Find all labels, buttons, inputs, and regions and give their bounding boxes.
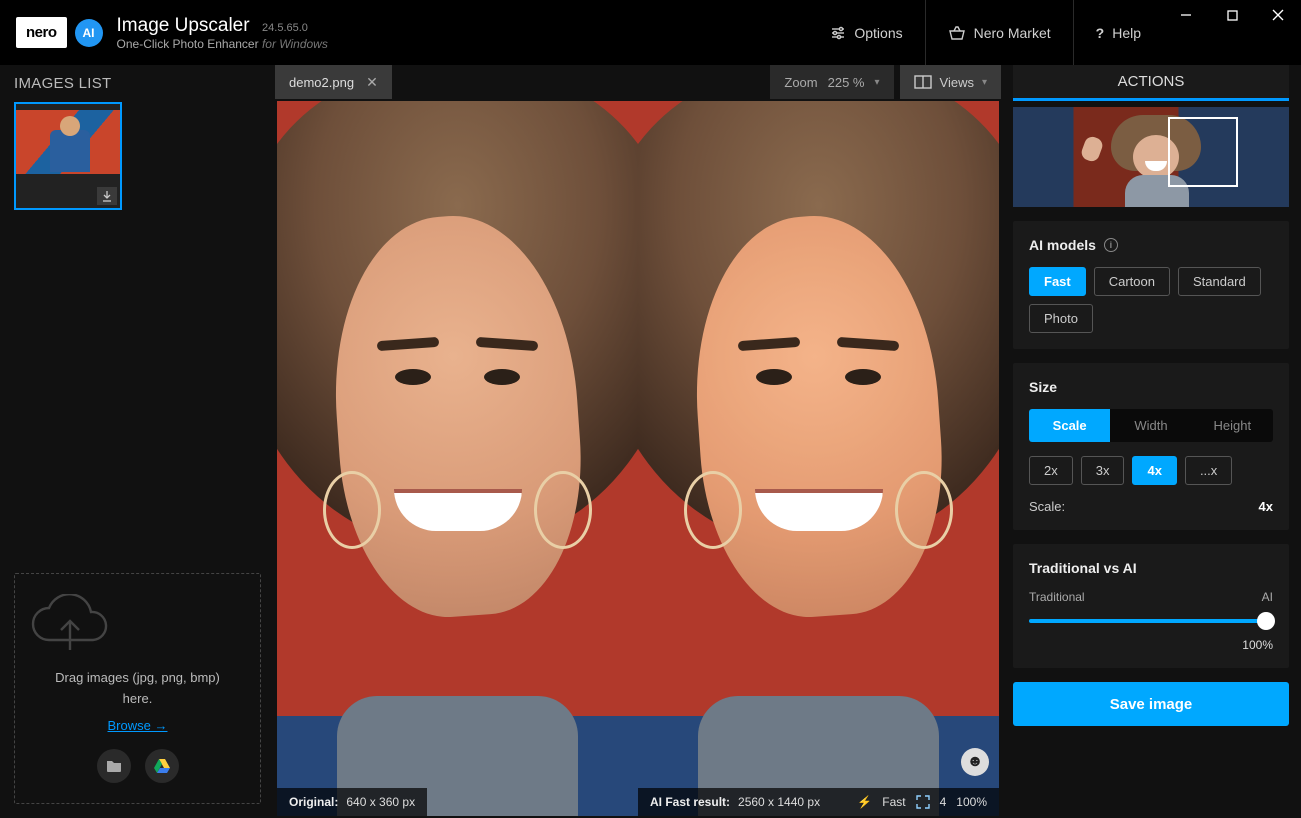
result-info: AI Fast result: 2560 x 1440 px ⚡ Fast 4 … [638,788,999,816]
close-button[interactable] [1255,0,1301,30]
scale-4x-button[interactable]: 4x [1132,456,1176,485]
folder-icon [106,759,122,773]
original-pane: Original: 640 x 360 px [277,101,638,816]
cloud-upload-icon [25,594,115,658]
dropzone[interactable]: Drag images (jpg, png, bmp)here. Browse … [14,573,261,804]
thumbnail-image [16,110,120,174]
compare-view[interactable]: Original: 640 x 360 px ☻ AI Fast result:… [275,99,1001,818]
file-tab[interactable]: demo2.png ✕ [275,65,392,99]
images-list-title: IMAGES LIST [14,75,261,92]
basket-icon [948,25,966,41]
scale-3x-button[interactable]: 3x [1081,456,1125,485]
bolt-icon: ⚡ [857,795,872,809]
title-block: Image Upscaler 24.5.65.0 One-Click Photo… [117,15,328,51]
original-info: Original: 640 x 360 px [277,788,427,816]
editor-area: demo2.png ✕ Zoom 225 % ▾ Views ▾ [275,65,1001,818]
images-list-panel: IMAGES LIST Drag images (jpg, png, bmp)h… [0,65,275,818]
help-button[interactable]: ? Help [1073,0,1163,65]
size-panel: Size ScaleWidthHeight 2x3x4x...x Scale: … [1013,363,1289,530]
app-subtitle: One-Click Photo Enhancer for Windows [117,37,328,51]
minimize-icon [1180,9,1192,21]
browse-folder-button[interactable] [97,749,131,783]
minimize-button[interactable] [1163,0,1209,30]
image-thumbnail[interactable] [14,102,122,210]
slider-thumb[interactable] [1257,612,1275,630]
actions-title: ACTIONS [1013,65,1289,101]
chevron-down-icon: ▾ [982,77,987,88]
result-pane: ☻ AI Fast result: 2560 x 1440 px ⚡ Fast … [638,101,999,816]
maximize-button[interactable] [1209,0,1255,30]
titlebar: nero AI Image Upscaler 24.5.65.0 One-Cli… [0,0,1301,65]
zoom-value: 225 % [828,75,865,90]
nero-market-button[interactable]: Nero Market [925,0,1073,65]
google-drive-button[interactable] [145,749,179,783]
google-drive-icon [154,759,170,773]
expand-icon [916,795,930,809]
app-window: nero AI Image Upscaler 24.5.65.0 One-Cli… [0,0,1301,818]
navigator-preview[interactable] [1013,107,1289,207]
dropzone-text: Drag images (jpg, png, bmp)here. [25,668,250,710]
options-button[interactable]: Options [808,0,924,65]
model-photo-button[interactable]: Photo [1029,304,1093,333]
logo: nero AI [16,17,103,48]
app-title: Image Upscaler [117,15,250,36]
sliders-icon [830,25,846,41]
tvsa-slider[interactable] [1029,612,1273,630]
maximize-icon [1227,10,1238,21]
ai-models-panel: AI modelsi FastCartoonStandardPhoto [1013,221,1289,349]
info-icon[interactable]: i [1104,238,1118,252]
app-version: 24.5.65.0 [262,22,308,34]
scale-x-button[interactable]: ...x [1185,456,1232,485]
close-icon [1272,9,1284,21]
logo-nero: nero [16,17,67,48]
browse-link[interactable]: Browse → [108,718,168,733]
logo-ai-badge: AI [75,19,103,47]
views-control[interactable]: Views ▾ [900,65,1001,99]
size-tab-scale[interactable]: Scale [1029,409,1110,442]
actions-panel: ACTIONS AI modelsi FastCartoonStandardPh… [1001,65,1301,818]
model-fast-button[interactable]: Fast [1029,267,1086,296]
save-image-button[interactable]: Save image [1013,682,1289,726]
size-tab-width[interactable]: Width [1110,409,1191,442]
download-icon [101,190,113,202]
tab-filename: demo2.png [289,75,354,90]
model-cartoon-button[interactable]: Cartoon [1094,267,1170,296]
feedback-button[interactable]: ☻ [961,748,989,776]
zoom-control[interactable]: Zoom 225 % ▾ [770,65,893,99]
smiley-icon: ☻ [967,753,984,771]
split-view-icon [914,75,932,89]
navigator-viewport[interactable] [1168,117,1238,187]
model-standard-button[interactable]: Standard [1178,267,1261,296]
views-label: Views [940,75,974,90]
tabbar: demo2.png ✕ Zoom 225 % ▾ Views ▾ [275,65,1001,99]
size-tab-height[interactable]: Height [1192,409,1273,442]
question-icon: ? [1096,25,1105,41]
chevron-down-icon: ▾ [874,77,879,88]
traditional-vs-ai-panel: Traditional vs AI Traditional AI 100% [1013,544,1289,668]
thumbnail-download-button[interactable] [97,187,117,205]
scale-value: 4x [1259,499,1273,514]
zoom-label: Zoom [784,75,817,90]
scale-2x-button[interactable]: 2x [1029,456,1073,485]
tvsa-value: 100% [1029,638,1273,652]
scale-label: Scale: [1029,499,1065,514]
tab-close-button[interactable]: ✕ [366,74,378,91]
